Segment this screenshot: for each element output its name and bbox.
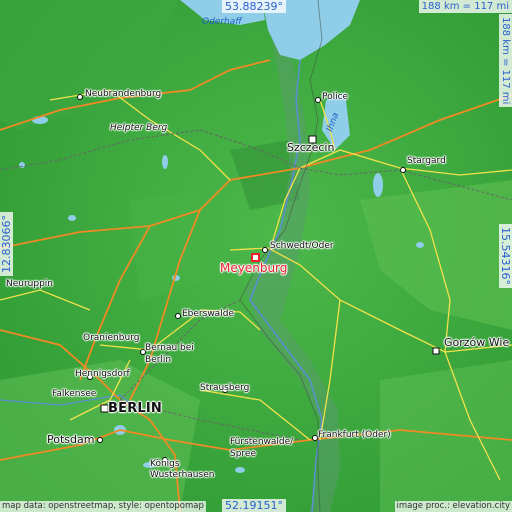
attribution-map-data[interactable]: map data: openstreetmap, style: opentopo… xyxy=(0,501,206,512)
place-helpter-berg: Helpter Berg xyxy=(110,123,168,133)
place-berlin: BERLIN xyxy=(108,401,162,416)
place-frankfurt-oder: Frankfurt (Oder) xyxy=(318,430,391,440)
scale-vertical: 188 km = 117 mi xyxy=(499,14,512,108)
marker-label: Meyenburg xyxy=(220,261,288,275)
place-strausberg: Strausberg xyxy=(200,383,250,393)
place-stargard: Stargard xyxy=(407,156,446,166)
place-neubrandenburg: Neubrandenburg xyxy=(85,89,162,99)
coord-top-latitude: 53.88239° xyxy=(222,0,286,13)
topographic-map[interactable]: Meyenburg Oderhaff Ihna Neubrandenburg H… xyxy=(0,0,512,512)
attribution-image-proc[interactable]: image proc.: elevation.city xyxy=(394,501,512,512)
place-falkensee: Falkensee xyxy=(52,389,97,399)
scale-horizontal: 188 km = 117 mi xyxy=(418,0,512,13)
place-bernau-line1: Bernau bei xyxy=(145,343,194,353)
place-hennigsdorf: Hennigsdorf xyxy=(75,369,130,379)
place-konigs-line1: Königs xyxy=(150,459,180,469)
water-label-oderhaff: Oderhaff xyxy=(202,17,242,27)
place-eberswalde: Eberswalde xyxy=(182,309,234,319)
coord-right-longitude: 15.54316° xyxy=(499,224,512,288)
place-neuruppin: Neuruppin xyxy=(6,279,54,289)
coord-left-longitude: 12.83066° xyxy=(0,212,13,276)
place-furstenwalde-line2: Spree xyxy=(230,449,257,459)
place-szczecin: Szczecin xyxy=(287,141,335,154)
place-oranienburg: Oranienburg xyxy=(83,333,140,343)
place-bernau-line2: Berlin xyxy=(145,355,172,365)
place-furstenwalde-line1: Fürstenwalde/ xyxy=(230,437,294,447)
coord-bottom-latitude: 52.19151° xyxy=(222,499,286,512)
place-potsdam: Potsdam xyxy=(47,433,95,446)
place-schwedt: Schwedt/Oder xyxy=(270,241,334,251)
place-police: Police xyxy=(322,92,349,102)
place-gorzow: Gorzów Wie xyxy=(444,336,510,349)
place-konigs-line2: Wusterhausen xyxy=(150,470,215,480)
